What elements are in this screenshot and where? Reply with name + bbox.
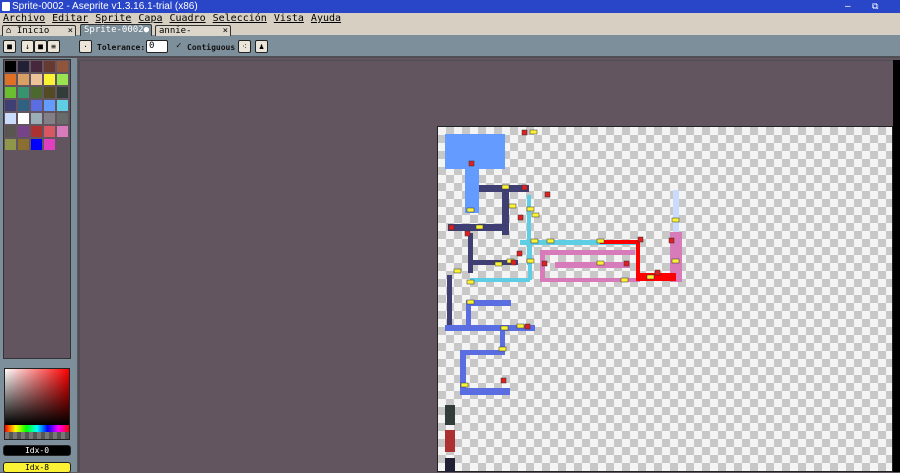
yellow-marker	[596, 238, 605, 244]
yellow-marker	[671, 217, 680, 223]
yellow-marker	[498, 346, 507, 352]
yellow-marker	[546, 238, 555, 244]
cyan-paths	[470, 195, 640, 282]
yellow-marker	[671, 258, 680, 264]
yellow-marker	[620, 277, 629, 283]
yellow-marker	[453, 268, 462, 274]
yellow-marker	[494, 261, 503, 267]
yellow-marker	[466, 279, 475, 285]
red-marker	[637, 236, 644, 243]
yellow-marker	[466, 299, 475, 305]
yellow-marker	[526, 206, 535, 212]
yellow-marker	[508, 203, 517, 209]
yellow-marker	[460, 382, 469, 388]
yellow-marker	[516, 323, 525, 329]
yellow-marker	[530, 238, 539, 244]
red-marker	[623, 260, 630, 267]
red-paths	[600, 240, 676, 281]
sprite-artwork	[445, 129, 682, 472]
yellow-marker	[531, 212, 540, 218]
yellow-marker	[475, 224, 484, 230]
yellow-marker	[646, 274, 655, 280]
character-sprites	[445, 405, 455, 472]
red-marker	[468, 160, 475, 167]
red-marker	[516, 250, 523, 257]
red-marker	[510, 259, 517, 266]
yellow-marker	[526, 258, 535, 264]
red-marker	[517, 214, 524, 221]
blue-paths	[445, 300, 535, 395]
red-marker	[654, 269, 661, 276]
yellow-marker	[501, 184, 510, 190]
yellow-marker	[529, 129, 538, 135]
yellow-marker	[500, 325, 509, 331]
red-marker	[448, 224, 455, 231]
red-marker	[464, 230, 471, 237]
red-marker	[668, 237, 675, 244]
red-marker	[541, 260, 548, 267]
red-marker	[521, 129, 528, 136]
red-marker	[521, 184, 528, 191]
red-marker	[544, 191, 551, 198]
light-blue-area	[445, 134, 505, 213]
yellow-marker	[466, 207, 475, 213]
red-marker	[500, 377, 507, 384]
red-marker	[524, 323, 531, 330]
yellow-marker	[596, 260, 605, 266]
white-pillar	[673, 190, 679, 232]
